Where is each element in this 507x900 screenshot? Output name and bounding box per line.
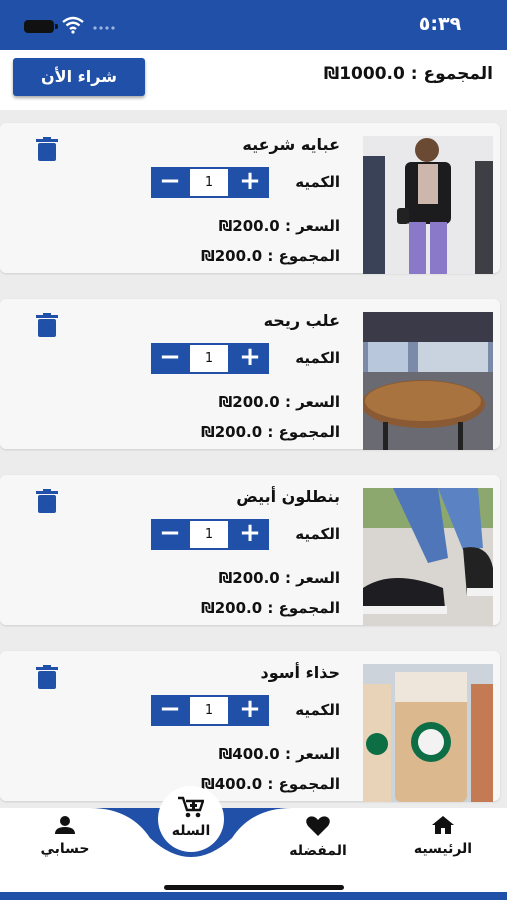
quantity-value: 1 (190, 169, 228, 196)
cart-icon (178, 796, 204, 818)
trash-icon[interactable] (36, 489, 58, 513)
item-subtotal: المجموع : 400.0₪ (201, 775, 340, 793)
nav-home-label: الرئيسيه (413, 841, 473, 857)
buy-now-button[interactable]: شراء الأن (13, 58, 145, 96)
quantity-label: الكميه (295, 525, 340, 543)
quantity-stepper: − 1 + (151, 519, 269, 550)
trash-icon[interactable] (36, 313, 58, 337)
wifi-icon (62, 16, 84, 34)
quantity-label: الكميه (295, 349, 340, 367)
product-image[interactable] (363, 664, 493, 802)
item-price: السعر : 400.0₪ (218, 745, 340, 763)
item-price: السعر : 200.0₪ (218, 393, 340, 411)
cart-item: بنطلون أبيض الكميه − 1 + السعر : 200.0₪ … (0, 475, 500, 626)
signal-icon (93, 26, 115, 30)
minus-icon[interactable]: − (151, 519, 189, 550)
quantity-label: الكميه (295, 173, 340, 191)
bottom-strip (0, 892, 507, 900)
quantity-value: 1 (190, 521, 228, 548)
item-price: السعر : 200.0₪ (218, 217, 340, 235)
trash-icon[interactable] (36, 665, 58, 689)
quantity-stepper: − 1 + (151, 343, 269, 374)
heart-icon (306, 816, 330, 836)
product-name: حذاء أسود (260, 663, 340, 682)
plus-icon[interactable]: + (231, 519, 269, 550)
nav-account-label: حسابي (40, 841, 90, 857)
cart-item: حذاء أسود الكميه − 1 + السعر : 400.0₪ ال… (0, 651, 500, 802)
cart-item: علب ريحه الكميه − 1 + السعر : 200.0₪ الم… (0, 299, 500, 450)
cart-grand-total: المجموع : 1000.0₪ (323, 64, 493, 84)
nav-home[interactable]: الرئيسيه (388, 816, 498, 857)
quantity-label: الكميه (295, 701, 340, 719)
quantity-stepper: − 1 + (151, 167, 269, 198)
nav-favorites[interactable]: المفضله (263, 816, 373, 859)
product-name: عبايه شرعيه (242, 135, 340, 154)
product-name: علب ريحه (263, 311, 340, 330)
person-icon (55, 816, 75, 834)
status-bar: ٥:٣٩ (0, 0, 507, 50)
minus-icon[interactable]: − (151, 167, 189, 198)
item-subtotal: المجموع : 200.0₪ (201, 599, 340, 617)
nav-cart-label: السله (171, 823, 211, 839)
minus-icon[interactable]: − (151, 695, 189, 726)
nav-cart[interactable]: السله (158, 786, 224, 852)
product-name: بنطلون أبيض (236, 487, 340, 506)
nav-favorites-label: المفضله (289, 843, 347, 859)
cart-item: عبايه شرعيه الكميه − 1 + السعر : 200.0₪ … (0, 123, 500, 274)
product-image[interactable] (363, 136, 493, 274)
item-subtotal: المجموع : 200.0₪ (201, 423, 340, 441)
home-icon (432, 816, 454, 834)
product-image[interactable] (363, 312, 493, 450)
cart-header: المجموع : 1000.0₪ شراء الأن (0, 50, 507, 110)
battery-icon (24, 20, 58, 33)
plus-icon[interactable]: + (231, 695, 269, 726)
nav-account[interactable]: حسابي (10, 816, 120, 857)
product-image[interactable] (363, 488, 493, 626)
home-indicator (164, 885, 344, 890)
plus-icon[interactable]: + (231, 343, 269, 374)
plus-icon[interactable]: + (231, 167, 269, 198)
status-time: ٥:٣٩ (418, 13, 462, 35)
quantity-value: 1 (190, 697, 228, 724)
quantity-value: 1 (190, 345, 228, 372)
trash-icon[interactable] (36, 137, 58, 161)
quantity-stepper: − 1 + (151, 695, 269, 726)
item-subtotal: المجموع : 200.0₪ (201, 247, 340, 265)
minus-icon[interactable]: − (151, 343, 189, 374)
item-price: السعر : 200.0₪ (218, 569, 340, 587)
